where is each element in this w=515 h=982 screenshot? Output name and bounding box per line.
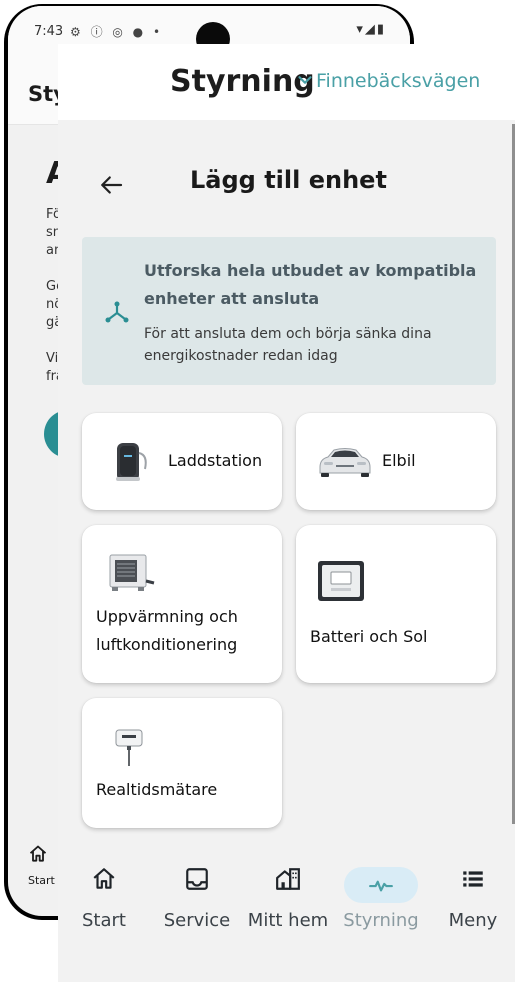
device-card-heating[interactable]: Uppvärmning och luftkonditionering — [82, 525, 282, 683]
nav-label: Start — [82, 910, 126, 931]
nav-label: Service — [163, 910, 231, 931]
location-selector[interactable]: Finnebäcksvägen — [316, 70, 480, 92]
background-nav-label: Start — [28, 874, 55, 887]
back-arrow-icon[interactable] — [96, 170, 126, 200]
chevron-down-icon[interactable] — [294, 69, 316, 91]
device-label: Laddstation — [168, 451, 263, 470]
device-card-elbil[interactable]: Elbil — [296, 413, 496, 510]
connection-nodes-icon — [105, 301, 129, 323]
device-label: Uppvärmning och luftkonditionering — [96, 607, 238, 654]
device-card-battery[interactable]: Batteri och Sol — [296, 525, 496, 683]
device-label: Realtidsmätare — [96, 780, 218, 799]
app-header: Styrning Finnebäcksvägen — [58, 44, 515, 120]
device-card-realtime-meter[interactable]: Realtidsmätare — [82, 698, 282, 828]
device-label: Batteri och Sol — [310, 627, 428, 646]
activity-icon — [369, 880, 393, 892]
service-icon — [186, 868, 208, 890]
heat-pump-icon — [109, 554, 155, 591]
explore-devices-card[interactable]: Utforska hela utbudet av kompatibla enhe… — [82, 237, 496, 385]
list-icon — [463, 871, 483, 887]
status-time: 7:43 — [34, 24, 64, 39]
page-title: Lägg till enhet — [190, 166, 387, 194]
info-card-title: Utforska hela utbudet av kompatibla enhe… — [144, 261, 477, 308]
house-grid-icon — [276, 868, 300, 890]
nav-label: Meny — [448, 910, 498, 931]
bottom-navigation: Start Service Mitt hem Styrning Meny — [58, 852, 515, 982]
status-notification-icons: ⚙ ⓘ ◎ ● • — [70, 25, 164, 39]
status-signal-battery-icons: ▾◢▮ — [356, 22, 386, 37]
add-device-overlay: Styrning Finnebäcksvägen Lägg till enhet… — [58, 44, 515, 982]
nav-label: Styrning — [343, 910, 419, 931]
realtime-meter-icon — [115, 729, 143, 766]
background-nav-start: Start — [28, 844, 55, 887]
battery-icon — [318, 561, 364, 601]
home-icon — [29, 845, 47, 862]
charging-station-icon — [116, 443, 147, 481]
electric-car-icon — [319, 448, 371, 477]
nav-label: Mitt hem — [247, 910, 329, 931]
info-card-subtitle: För att ansluta dem och börja sänka dina… — [144, 326, 432, 364]
device-label: Elbil — [382, 451, 416, 470]
home-icon — [93, 868, 115, 889]
device-card-laddstation[interactable]: Laddstation — [82, 413, 282, 510]
